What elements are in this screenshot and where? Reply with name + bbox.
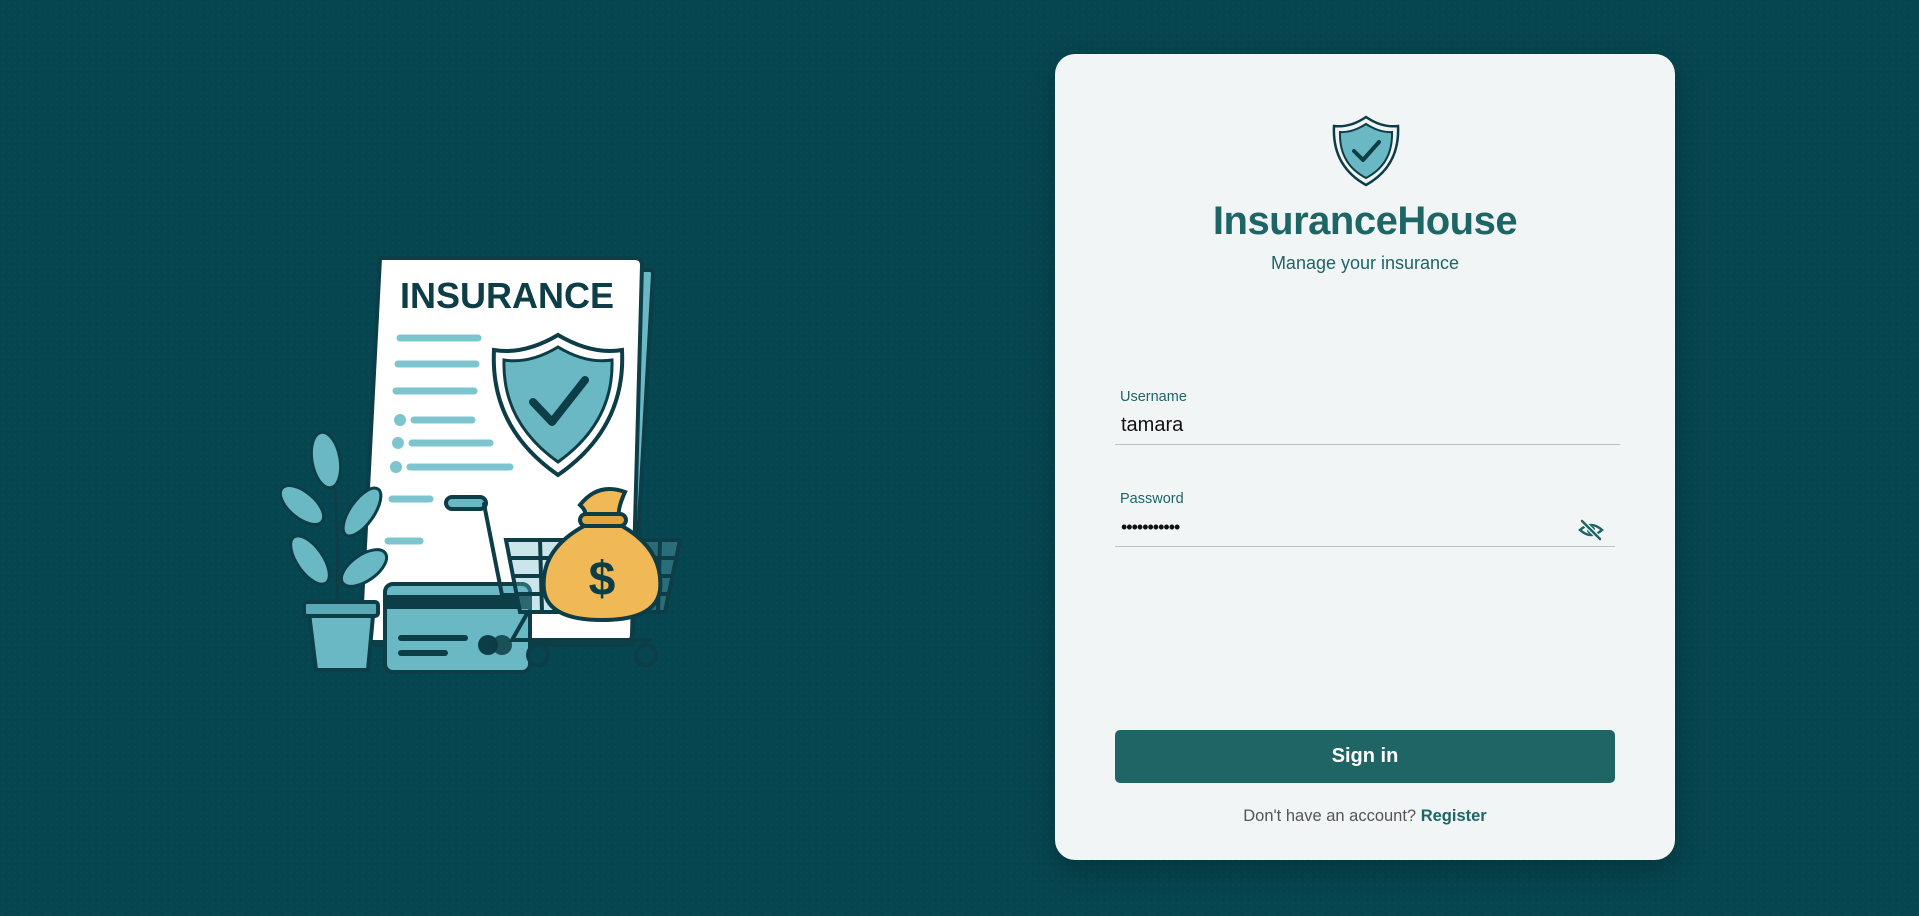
username-label: Username (1120, 389, 1187, 405)
username-field-group: Username (1115, 389, 1620, 445)
sign-in-button[interactable]: Sign in (1115, 730, 1615, 783)
credit-card (383, 582, 532, 674)
username-input[interactable] (1115, 409, 1620, 445)
document-title: INSURANCE (400, 275, 614, 316)
password-input[interactable] (1115, 511, 1615, 547)
login-card: InsuranceHouse Manage your insurance Use… (1055, 54, 1675, 860)
register-link[interactable]: Register (1421, 807, 1487, 825)
app-subtitle: Manage your insurance (1270, 253, 1460, 273)
register-prompt: Don't have an account? Register (1055, 807, 1675, 826)
shield-check-icon (1331, 114, 1401, 188)
app-title: InsuranceHouse (1212, 199, 1518, 243)
insurance-illustration: INSURANCE $ (280, 250, 700, 680)
register-prompt-text: Don't have an account? (1243, 807, 1417, 825)
eye-off-icon[interactable] (1577, 516, 1605, 544)
password-field-group: Password (1115, 491, 1615, 547)
dollar-sign: $ (589, 553, 616, 606)
password-label: Password (1120, 491, 1184, 507)
